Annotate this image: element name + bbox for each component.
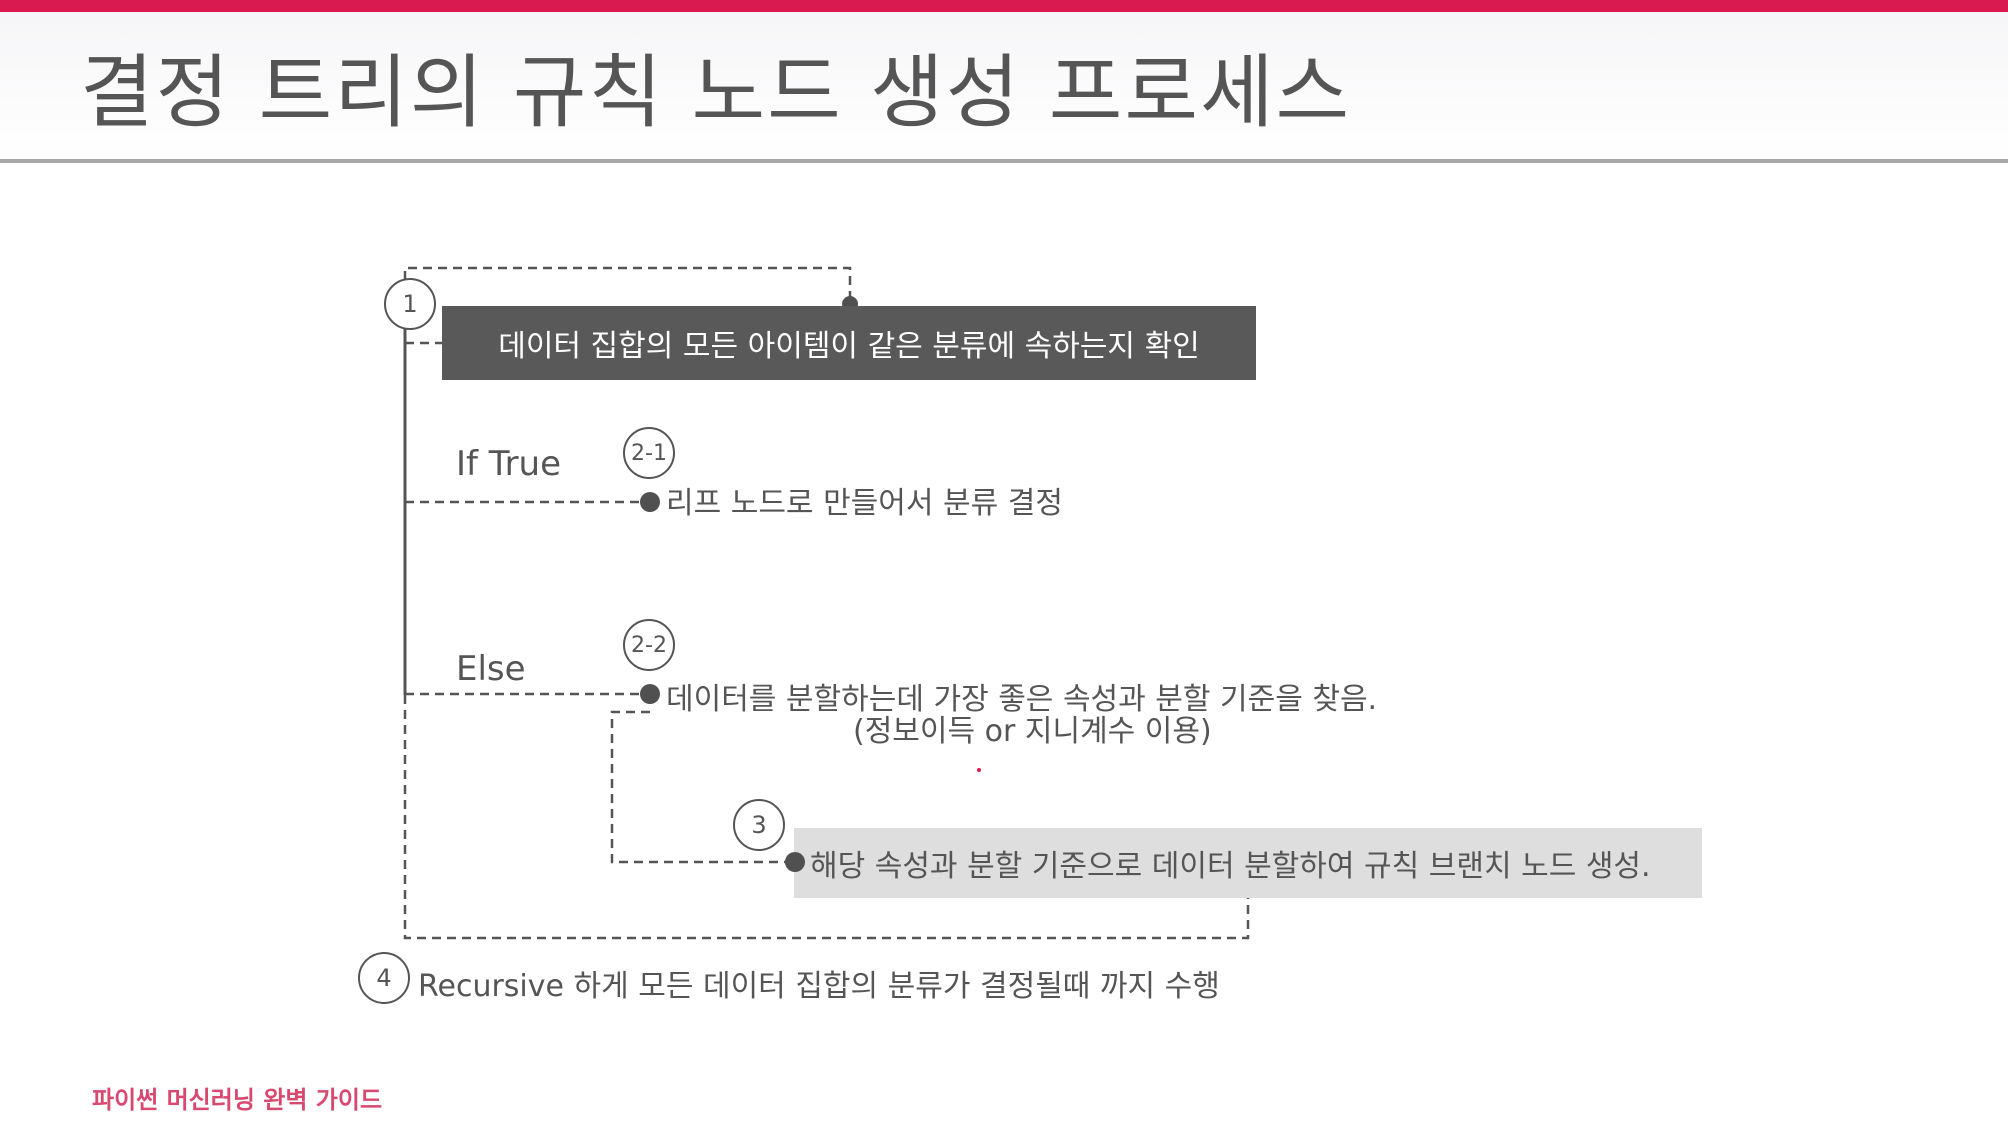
else-label: Else [456, 649, 526, 689]
if-true-label: If True [456, 444, 562, 484]
step-1-box: 데이터 집합의 모든 아이템이 같은 분류에 속하는지 확인 [442, 306, 1256, 380]
step-1-number: 1 [384, 278, 436, 330]
step-2-1-number: 2-1 [623, 427, 675, 479]
step-3-box: 해당 속성과 분할 기준으로 데이터 분할하여 규칙 브랜치 노드 생성. [794, 828, 1702, 898]
step1-loop-connector [403, 266, 852, 302]
step-2-1-text: 리프 노드로 만들어서 분류 결정 [666, 486, 1063, 521]
annotation-dot [977, 768, 981, 772]
step-2-2-number: 2-2 [623, 619, 675, 671]
step-3-number: 3 [733, 799, 785, 851]
step-2-2-subtext: (정보이득 or 지니계수 이용) [853, 714, 1212, 749]
step-2-2-bullet [640, 684, 660, 704]
step-4-number: 4 [358, 952, 410, 1004]
step-3-bullet [785, 852, 805, 872]
step-2-1-bullet [640, 492, 660, 512]
step-4-text: Recursive 하게 모든 데이터 집합의 분류가 결정될때 까지 수행 [418, 969, 1220, 1004]
footer-brand: 파이썬 머신러닝 완벽 가이드 [92, 1086, 383, 1114]
